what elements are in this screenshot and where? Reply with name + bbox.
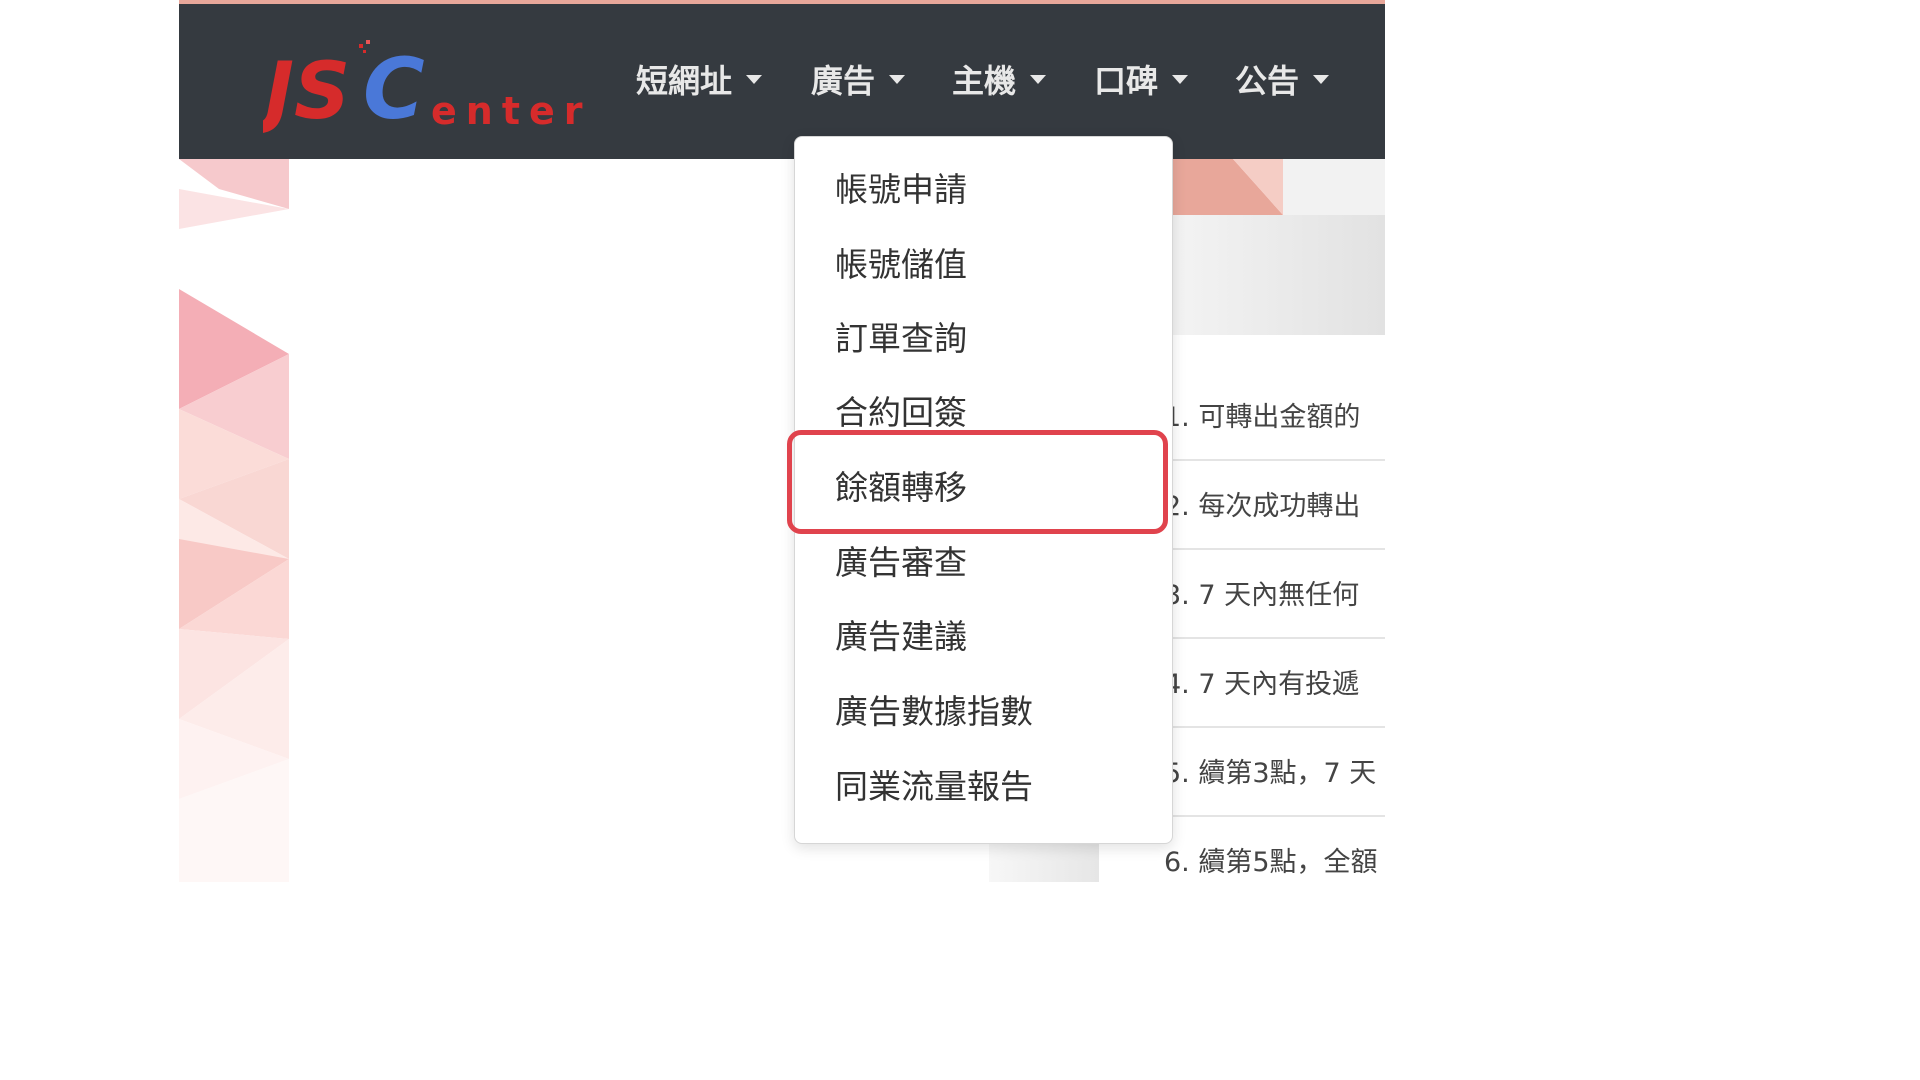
- decorative-band-right: [1173, 159, 1385, 215]
- logo-enter-text: enter: [431, 89, 592, 133]
- caret-down-icon: [889, 74, 906, 84]
- caret-down-icon: [746, 74, 763, 84]
- nav-ads[interactable]: 廣告: [811, 54, 906, 104]
- top-navbar: JS C enter 短網址 廣告 主機 口碑 公告: [179, 4, 1385, 159]
- page-viewport: 1. 可轉出金額的 2. 每次成功轉出 3. 7 天內無任何 4. 7 天內有投…: [179, 0, 1385, 882]
- decorative-triangles-left: [179, 159, 289, 882]
- nav-announcements[interactable]: 公告: [1235, 54, 1330, 104]
- list-item: 5. 續第3點，7 天: [1164, 726, 1385, 817]
- logo-c-text: C: [363, 40, 425, 136]
- menu-item-ad-data-index[interactable]: 廣告數據指數: [835, 679, 1033, 739]
- caret-down-icon: [1030, 74, 1047, 84]
- menu-item-industry-traffic-report[interactable]: 同業流量報告: [835, 754, 1033, 814]
- menu-item-ad-review[interactable]: 廣告審查: [835, 530, 967, 590]
- content-panel: [1173, 215, 1385, 335]
- highlight-annotation-box: [787, 430, 1168, 534]
- content-panel-bottom: [989, 840, 1099, 882]
- list-item: 1. 可轉出金額的: [1164, 370, 1385, 461]
- list-item: 3. 7 天內無任何: [1164, 548, 1385, 639]
- menu-item-order-query[interactable]: 訂單查詢: [835, 306, 967, 366]
- list-item: 2. 每次成功轉出: [1164, 459, 1385, 550]
- nav-shorturl[interactable]: 短網址: [636, 54, 763, 104]
- logo-js-text: JS: [263, 47, 350, 136]
- caret-down-icon: [1172, 74, 1189, 84]
- caret-down-icon: [1313, 74, 1330, 84]
- menu-item-ad-suggestion[interactable]: 廣告建議: [835, 604, 967, 664]
- nav-hosting[interactable]: 主機: [952, 54, 1047, 104]
- menu-item-account-apply[interactable]: 帳號申請: [835, 157, 967, 217]
- list-item: 6. 續第5點，全額: [1164, 815, 1385, 882]
- nav-reputation[interactable]: 口碑: [1094, 54, 1189, 104]
- site-logo[interactable]: JS C enter: [263, 36, 593, 136]
- menu-item-account-topup[interactable]: 帳號儲值: [835, 232, 967, 292]
- list-item: 4. 7 天內有投遞: [1164, 637, 1385, 728]
